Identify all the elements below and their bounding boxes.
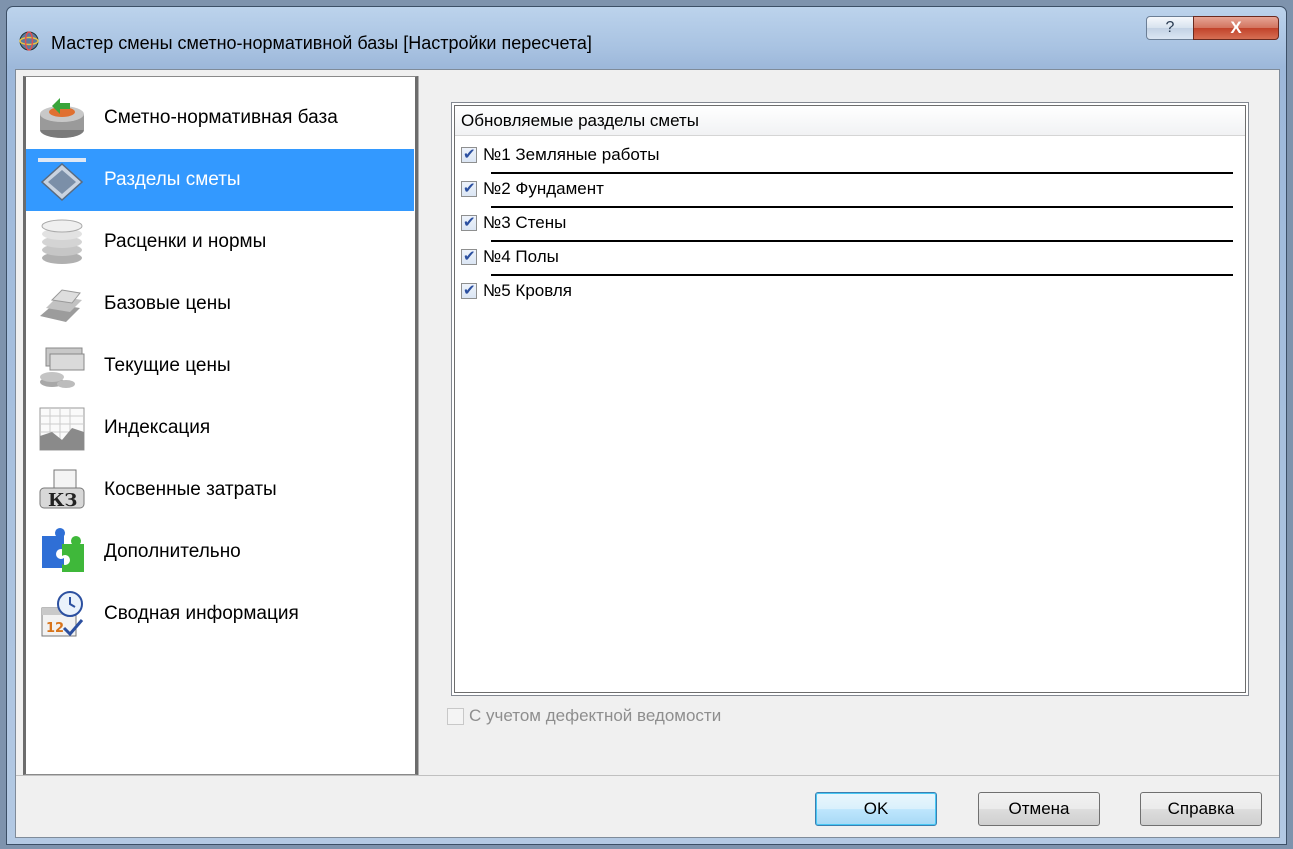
close-button[interactable]: X <box>1193 16 1279 40</box>
sidebar-item-indirect-costs[interactable]: КЗ Косвенные затраты <box>26 459 414 521</box>
sidebar-item-label: Разделы сметы <box>104 169 241 190</box>
sections-panel: Обновляемые разделы сметы №1 Земляные ра… <box>418 76 1274 775</box>
sidebar-item-rates[interactable]: Расценки и нормы <box>26 211 414 273</box>
section-label: №3 Стены <box>483 213 567 232</box>
section-row-2[interactable]: №2 Фундамент <box>455 172 1233 206</box>
sidebar-item-summary[interactable]: 12 Сводная информация <box>26 583 414 645</box>
wizard-window: Мастер смены сметно-нормативной базы [На… <box>6 6 1287 845</box>
app-icon <box>19 31 39 51</box>
list-header: Обновляемые разделы сметы <box>455 106 1245 136</box>
section-checkbox[interactable] <box>461 247 477 265</box>
ok-button[interactable]: OK <box>815 792 937 826</box>
button-bar: OK Отмена Справка <box>16 775 1279 838</box>
window-title: Мастер смены сметно-нормативной базы [На… <box>51 33 592 53</box>
defect-statement-label: С учетом дефектной ведомости <box>469 706 722 725</box>
help-icon: ? <box>1165 19 1175 36</box>
section-label: №5 Кровля <box>483 281 572 300</box>
database-icon <box>32 90 92 146</box>
section-row-3[interactable]: №3 Стены <box>455 206 1233 240</box>
sidebar-item-sections[interactable]: Разделы сметы <box>26 149 414 211</box>
section-row-5[interactable]: №5 Кровля <box>455 274 1233 308</box>
gold-bars-icon <box>32 276 92 332</box>
sidebar-item-indexation[interactable]: Индексация <box>26 397 414 459</box>
svg-text:КЗ: КЗ <box>48 490 77 511</box>
money-icon <box>32 338 92 394</box>
section-label: №1 Земляные работы <box>483 145 660 164</box>
sidebar-item-estimate-base[interactable]: Сметно-нормативная база <box>26 87 414 149</box>
sections-icon <box>32 152 92 208</box>
sections-listbox[interactable]: Обновляемые разделы сметы №1 Земляные ра… <box>451 102 1249 696</box>
defect-statement-option[interactable]: С учетом дефектной ведомости <box>447 706 721 726</box>
puzzle-icon <box>32 524 92 580</box>
defect-statement-checkbox[interactable] <box>447 707 464 725</box>
cancel-button[interactable]: Отмена <box>978 792 1100 826</box>
sidebar-item-label: Дополнительно <box>104 541 241 562</box>
help-button[interactable]: Справка <box>1140 792 1262 826</box>
section-checkbox[interactable] <box>461 145 477 163</box>
context-help-button[interactable]: ? <box>1146 16 1194 40</box>
sidebar-item-label: Индексация <box>104 417 211 438</box>
sidebar-item-current-prices[interactable]: Текущие цены <box>26 335 414 397</box>
svg-text:12: 12 <box>46 621 64 636</box>
sections-list-frame: Обновляемые разделы сметы №1 Земляные ра… <box>454 105 1246 693</box>
section-checkbox[interactable] <box>461 281 477 299</box>
section-checkbox[interactable] <box>461 213 477 231</box>
title-bar[interactable]: Мастер смены сметно-нормативной базы [На… <box>7 7 1286 69</box>
calendar-clock-icon: 12 <box>32 586 92 642</box>
indirect-costs-icon: КЗ <box>32 462 92 518</box>
sidebar-item-additional[interactable]: Дополнительно <box>26 521 414 583</box>
dialog-client: Сметно-нормативная база Разделы сметы Ра… <box>15 69 1280 838</box>
close-icon: X <box>1230 18 1242 37</box>
wizard-step-list: Сметно-нормативная база Разделы сметы Ра… <box>23 76 418 775</box>
section-row-1[interactable]: №1 Земляные работы <box>455 138 1233 172</box>
section-label: №4 Полы <box>483 247 559 266</box>
section-checkbox[interactable] <box>461 179 477 197</box>
sidebar-item-label: Косвенные затраты <box>104 479 277 500</box>
sidebar-item-label: Сводная информация <box>104 603 299 624</box>
chart-icon <box>32 400 92 456</box>
sidebar-item-label: Базовые цены <box>104 293 231 314</box>
sidebar-item-label: Расценки и нормы <box>104 231 267 252</box>
sidebar-item-label: Текущие цены <box>104 355 231 376</box>
section-label: №2 Фундамент <box>483 179 604 198</box>
coins-stack-icon <box>32 214 92 270</box>
section-row-4[interactable]: №4 Полы <box>455 240 1233 274</box>
sidebar-item-base-prices[interactable]: Базовые цены <box>26 273 414 335</box>
sidebar-item-label: Сметно-нормативная база <box>104 107 338 128</box>
